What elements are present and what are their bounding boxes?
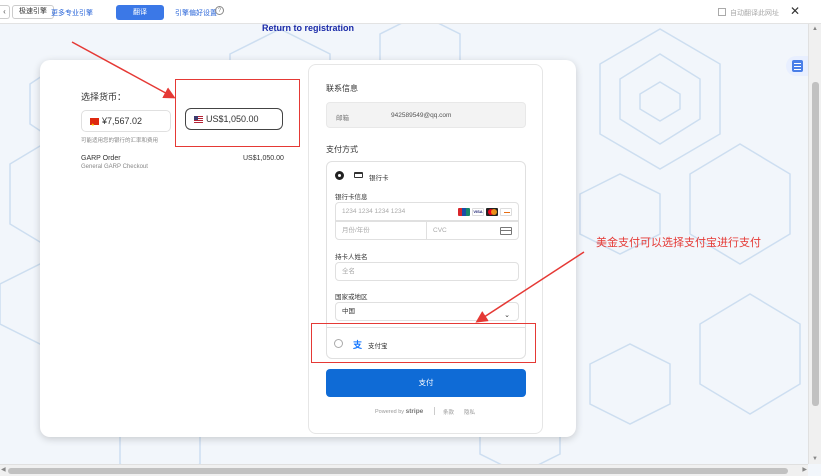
- country-value: 中国: [342, 308, 355, 315]
- email-value: 942589549@qq.com: [391, 112, 452, 119]
- currency-label: 选择货币：: [81, 92, 127, 102]
- order-name: GARP Order: [81, 155, 121, 162]
- currency-option-cny[interactable]: ¥7,567.02: [81, 110, 171, 135]
- card-number-input[interactable]: 1234 1234 1234 1234 VISA: [335, 202, 519, 221]
- visa-icon: VISA: [472, 208, 484, 216]
- collapse-button[interactable]: ‹: [0, 5, 10, 19]
- scroll-up-icon[interactable]: ▲: [812, 26, 818, 32]
- scroll-left-icon[interactable]: ◀: [1, 466, 6, 473]
- email-label: 邮箱: [336, 115, 349, 122]
- cvc-input[interactable]: CVC: [427, 221, 519, 240]
- pay-button[interactable]: 支付: [326, 369, 526, 397]
- order-description: General GARP Checkout: [81, 164, 148, 170]
- email-field[interactable]: 邮箱 942589549@qq.com: [326, 102, 526, 128]
- card-number-placeholder: 1234 1234 1234 1234: [342, 208, 406, 215]
- bank-card-radio[interactable]: [335, 171, 344, 180]
- side-widget[interactable]: [786, 56, 808, 76]
- order-price: US$1,050.00: [243, 155, 284, 162]
- terms-link[interactable]: 条款: [443, 408, 454, 416]
- payment-method-title: 支付方式: [326, 145, 358, 154]
- horizontal-scroll-thumb[interactable]: [8, 468, 788, 474]
- scroll-down-icon[interactable]: ▼: [812, 456, 818, 462]
- translate-toolbar: ‹ 极速引擎 更多专业引擎 翻译 引擎偏好设置 ? 自动翻译此网址 ✕: [0, 0, 821, 24]
- checkout-card: 选择货币： ¥7,567.02 US$1,050.00 可能适用您的银行的汇率和…: [40, 60, 576, 437]
- help-icon[interactable]: ?: [215, 6, 224, 15]
- card-info-label: 银行卡信息: [335, 194, 368, 201]
- vertical-scroll-thumb[interactable]: [812, 82, 819, 406]
- scroll-right-icon[interactable]: ▶: [802, 466, 807, 473]
- payment-panel: 联系信息 邮箱 942589549@qq.com 支付方式 银行卡 银行卡信息 …: [308, 64, 543, 434]
- engine-select[interactable]: 极速引擎: [12, 5, 54, 19]
- auto-translate-checkbox[interactable]: [718, 8, 726, 16]
- powered-by-text: Powered by: [375, 409, 405, 415]
- unionpay-icon: [458, 208, 470, 216]
- privacy-link[interactable]: 隐私: [464, 408, 475, 416]
- expiry-input[interactable]: 月份/年份: [335, 221, 427, 240]
- cny-amount: ¥7,567.02: [102, 116, 143, 126]
- annotation-text: 美金支付可以选择支付宝进行支付: [596, 237, 761, 249]
- auto-translate-label: 自动翻译此网址: [730, 10, 779, 17]
- contact-title: 联系信息: [326, 84, 358, 93]
- horizontal-scrollbar[interactable]: ◀ ▶: [0, 464, 808, 476]
- annotation-box-usd: [175, 79, 300, 147]
- bank-card-label: 银行卡: [369, 175, 389, 182]
- mastercard-icon: [486, 208, 498, 216]
- cardholder-label: 持卡人姓名: [335, 254, 368, 261]
- exchange-rate-note: 可能适用您的银行的汇率和费用: [81, 138, 159, 144]
- engine-settings-link[interactable]: 引擎偏好设置: [175, 8, 217, 18]
- translate-button[interactable]: 翻译: [116, 5, 164, 20]
- china-flag-icon: [90, 115, 99, 135]
- more-engines-link[interactable]: 更多专业引擎: [51, 8, 93, 18]
- discover-icon: [500, 208, 512, 216]
- credit-card-icon: [354, 172, 363, 178]
- cvc-card-icon: [500, 227, 512, 235]
- document-icon: [792, 60, 803, 72]
- vertical-scrollbar[interactable]: ▲ ▼: [808, 24, 821, 464]
- close-icon[interactable]: ✕: [790, 4, 800, 18]
- powered-by-stripe[interactable]: Powered by stripe: [375, 408, 423, 415]
- stripe-logo: stripe: [405, 408, 424, 415]
- annotation-box-alipay: [311, 323, 536, 363]
- cardholder-input[interactable]: 全名: [335, 262, 519, 281]
- country-select[interactable]: 中国 ⌄: [335, 302, 519, 321]
- cvc-placeholder: CVC: [433, 227, 447, 234]
- chevron-down-icon: ⌄: [504, 312, 510, 319]
- footer-divider: [434, 407, 435, 415]
- return-to-registration-link[interactable]: Return to registration: [262, 23, 354, 33]
- country-label: 国家或地区: [335, 294, 368, 301]
